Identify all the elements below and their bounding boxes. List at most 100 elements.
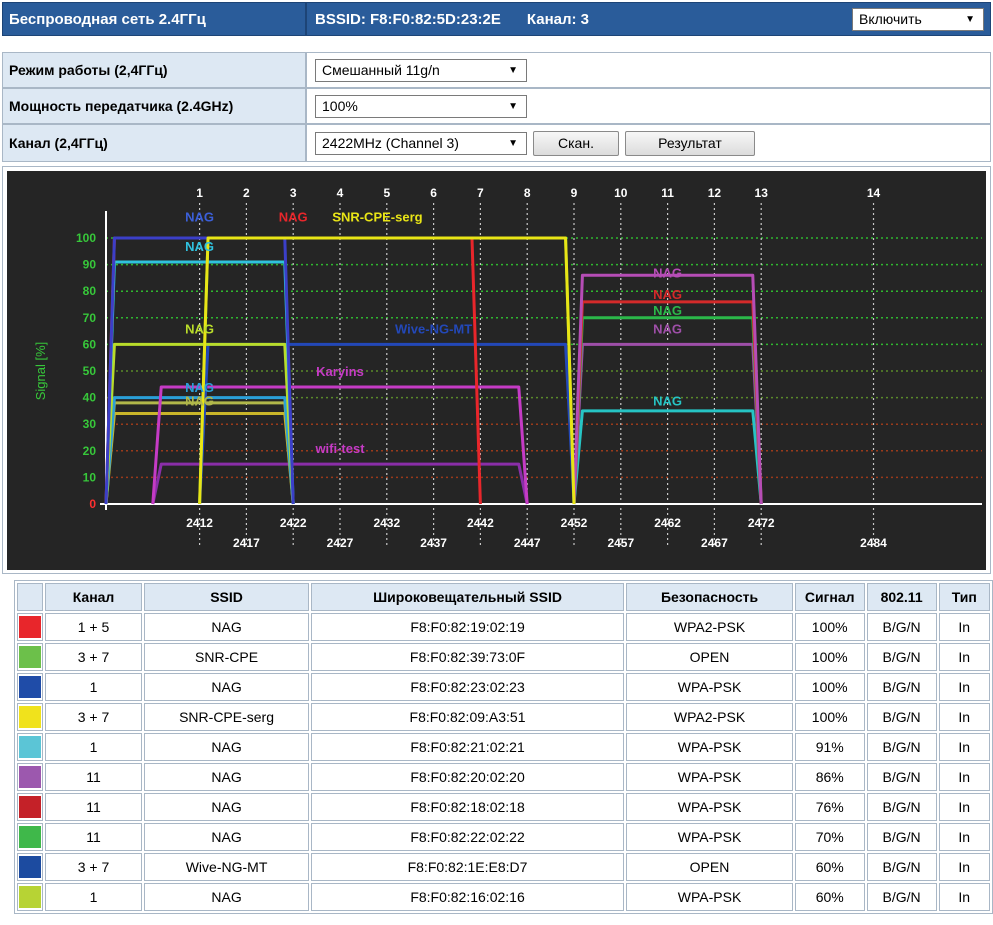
- series-label: NAG: [653, 303, 682, 318]
- series-label: NAG: [185, 239, 214, 254]
- row-type: In: [938, 763, 990, 791]
- row-mode: B/G/N: [866, 823, 937, 851]
- row-mode: B/G/N: [866, 853, 937, 881]
- row-ssid: NAG: [144, 883, 309, 911]
- mode-select-value: Смешанный 11g/n: [322, 62, 440, 78]
- mode-row: Режим работы (2,4ГГц) Смешанный 11g/n ▼: [2, 52, 991, 88]
- freq-label: 2427: [327, 536, 354, 550]
- channel-label: 9: [571, 186, 578, 200]
- row-color-cell: [17, 703, 43, 731]
- table-row[interactable]: 11 NAG F8:F0:82:22:02:22 WPA-PSK 70% B/G/N In: [17, 823, 990, 851]
- color-swatch: [18, 886, 41, 908]
- freq-label: 2422: [280, 516, 307, 530]
- channel-label: 11: [661, 186, 674, 200]
- chevron-down-icon: ▼: [965, 13, 975, 25]
- channel-label: 2: [243, 186, 250, 200]
- freq-label: 2442: [467, 516, 494, 530]
- color-swatch: [18, 736, 41, 758]
- row-color-cell: [17, 793, 43, 821]
- series-label: NAG: [653, 266, 682, 281]
- table-row[interactable]: 1 NAG F8:F0:82:16:02:16 WPA-PSK 60% B/G/N In: [17, 883, 990, 911]
- freq-label: 2412: [186, 516, 213, 530]
- mode-cell: Смешанный 11g/n ▼: [306, 52, 991, 88]
- row-type: In: [938, 853, 990, 881]
- current-channel-label: Канал: 3: [526, 10, 590, 28]
- color-swatch: [18, 676, 41, 698]
- table-row[interactable]: 11 NAG F8:F0:82:18:02:18 WPA-PSK 76% B/G/N In: [17, 793, 990, 821]
- freq-label: 2452: [561, 516, 588, 530]
- row-channel: 1: [44, 883, 143, 911]
- col-channel: Канал: [44, 583, 143, 611]
- series-label: NAG: [279, 210, 308, 225]
- channel-chart: 10 20 30 40 50 60 70 80 90 100 0 1 2 3 4 5 6 7 8 9 10 11 12 13 1…: [2, 166, 991, 574]
- color-swatch: [18, 616, 41, 638]
- row-security: OPEN: [626, 643, 793, 671]
- power-cell: 100% ▼: [306, 88, 991, 124]
- row-ssid: NAG: [144, 613, 309, 641]
- row-color-cell: [17, 673, 43, 701]
- channel-label: 12: [708, 186, 722, 200]
- color-swatch: [18, 766, 41, 788]
- row-security: WPA-PSK: [626, 673, 793, 701]
- freq-label: 2457: [607, 536, 634, 550]
- results-button[interactable]: Результат: [625, 130, 755, 156]
- bssid-label: BSSID: F8:F0:82:5D:23:2E: [315, 10, 501, 28]
- power-row: Мощность передатчика (2.4GHz) 100% ▼: [2, 88, 991, 124]
- series-label: NAG: [653, 287, 682, 302]
- row-mode: B/G/N: [866, 613, 937, 641]
- scan-button[interactable]: Скан.: [533, 130, 619, 156]
- row-signal: 60%: [794, 853, 865, 881]
- y-tick-label: 100: [76, 231, 96, 245]
- row-mode: B/G/N: [866, 643, 937, 671]
- channel-label: 3: [290, 186, 297, 200]
- y-tick-label: 30: [83, 417, 97, 431]
- row-channel: 3 + 7: [44, 643, 143, 671]
- channel-label: 1: [196, 186, 203, 200]
- mode-select[interactable]: Смешанный 11g/n ▼: [315, 58, 527, 82]
- row-color-cell: [17, 763, 43, 791]
- channel-row: Канал (2,4ГГц) 2422MHz (Channel 3) ▼ Ска…: [2, 124, 991, 162]
- row-signal: 60%: [794, 883, 865, 911]
- row-bssid: F8:F0:82:21:02:21: [310, 733, 625, 761]
- y-tick-label: 10: [83, 470, 97, 484]
- row-color-cell: [17, 883, 43, 911]
- y-tick-label: 20: [83, 444, 97, 458]
- freq-label: 2417: [233, 536, 260, 550]
- channel-select[interactable]: 2422MHz (Channel 3) ▼: [315, 131, 527, 155]
- row-channel: 1 + 5: [44, 613, 143, 641]
- row-mode: B/G/N: [866, 703, 937, 731]
- series-label: wifi-test: [314, 441, 365, 456]
- series-label: NAG: [653, 321, 682, 336]
- row-bssid: F8:F0:82:39:73:0F: [310, 643, 625, 671]
- channel-cell: 2422MHz (Channel 3) ▼ Скан. Результат: [306, 124, 991, 162]
- row-security: WPA-PSK: [626, 763, 793, 791]
- col-ssid: SSID: [144, 583, 309, 611]
- row-color-cell: [17, 733, 43, 761]
- enable-select[interactable]: Включить ▼: [852, 7, 984, 31]
- table-row[interactable]: 1 NAG F8:F0:82:21:02:21 WPA-PSK 91% B/G/N In: [17, 733, 990, 761]
- row-type: In: [938, 703, 990, 731]
- table-row[interactable]: 1 + 5 NAG F8:F0:82:19:02:19 WPA2-PSK 100% B/G…: [17, 613, 990, 641]
- color-swatch: [18, 826, 41, 848]
- scan-results-table: Канал SSID Широковещательный SSID Безопа…: [14, 580, 993, 914]
- row-signal: 91%: [794, 733, 865, 761]
- row-color-cell: [17, 853, 43, 881]
- freq-label: 2447: [514, 536, 541, 550]
- channel-label: 5: [383, 186, 390, 200]
- row-ssid: NAG: [144, 733, 309, 761]
- power-label: Мощность передатчика (2.4GHz): [2, 88, 306, 124]
- table-row[interactable]: 1 NAG F8:F0:82:23:02:23 WPA-PSK 100% B/G/N In: [17, 673, 990, 701]
- row-signal: 100%: [794, 613, 865, 641]
- row-type: In: [938, 793, 990, 821]
- row-bssid: F8:F0:82:23:02:23: [310, 673, 625, 701]
- table-row[interactable]: 3 + 7 SNR-CPE F8:F0:82:39:73:0F OPEN 100% B/G…: [17, 643, 990, 671]
- power-select[interactable]: 100% ▼: [315, 94, 527, 118]
- table-row[interactable]: 11 NAG F8:F0:82:20:02:20 WPA-PSK 86% B/G/N In: [17, 763, 990, 791]
- freq-label: 2437: [420, 536, 447, 550]
- color-swatch: [18, 706, 41, 728]
- table-row[interactable]: 3 + 7 Wive-NG-MT F8:F0:82:1E:E8:D7 OPEN 60% B…: [17, 853, 990, 881]
- signal-chart-svg: 10203040506070809010001 2 3 4 5 6 7 8 9 10 11 12 13 1…: [33, 186, 982, 550]
- row-signal: 100%: [794, 673, 865, 701]
- table-row[interactable]: 3 + 7 SNR-CPE-serg F8:F0:82:09:A3:51 WPA2-P…: [17, 703, 990, 731]
- row-channel: 3 + 7: [44, 703, 143, 731]
